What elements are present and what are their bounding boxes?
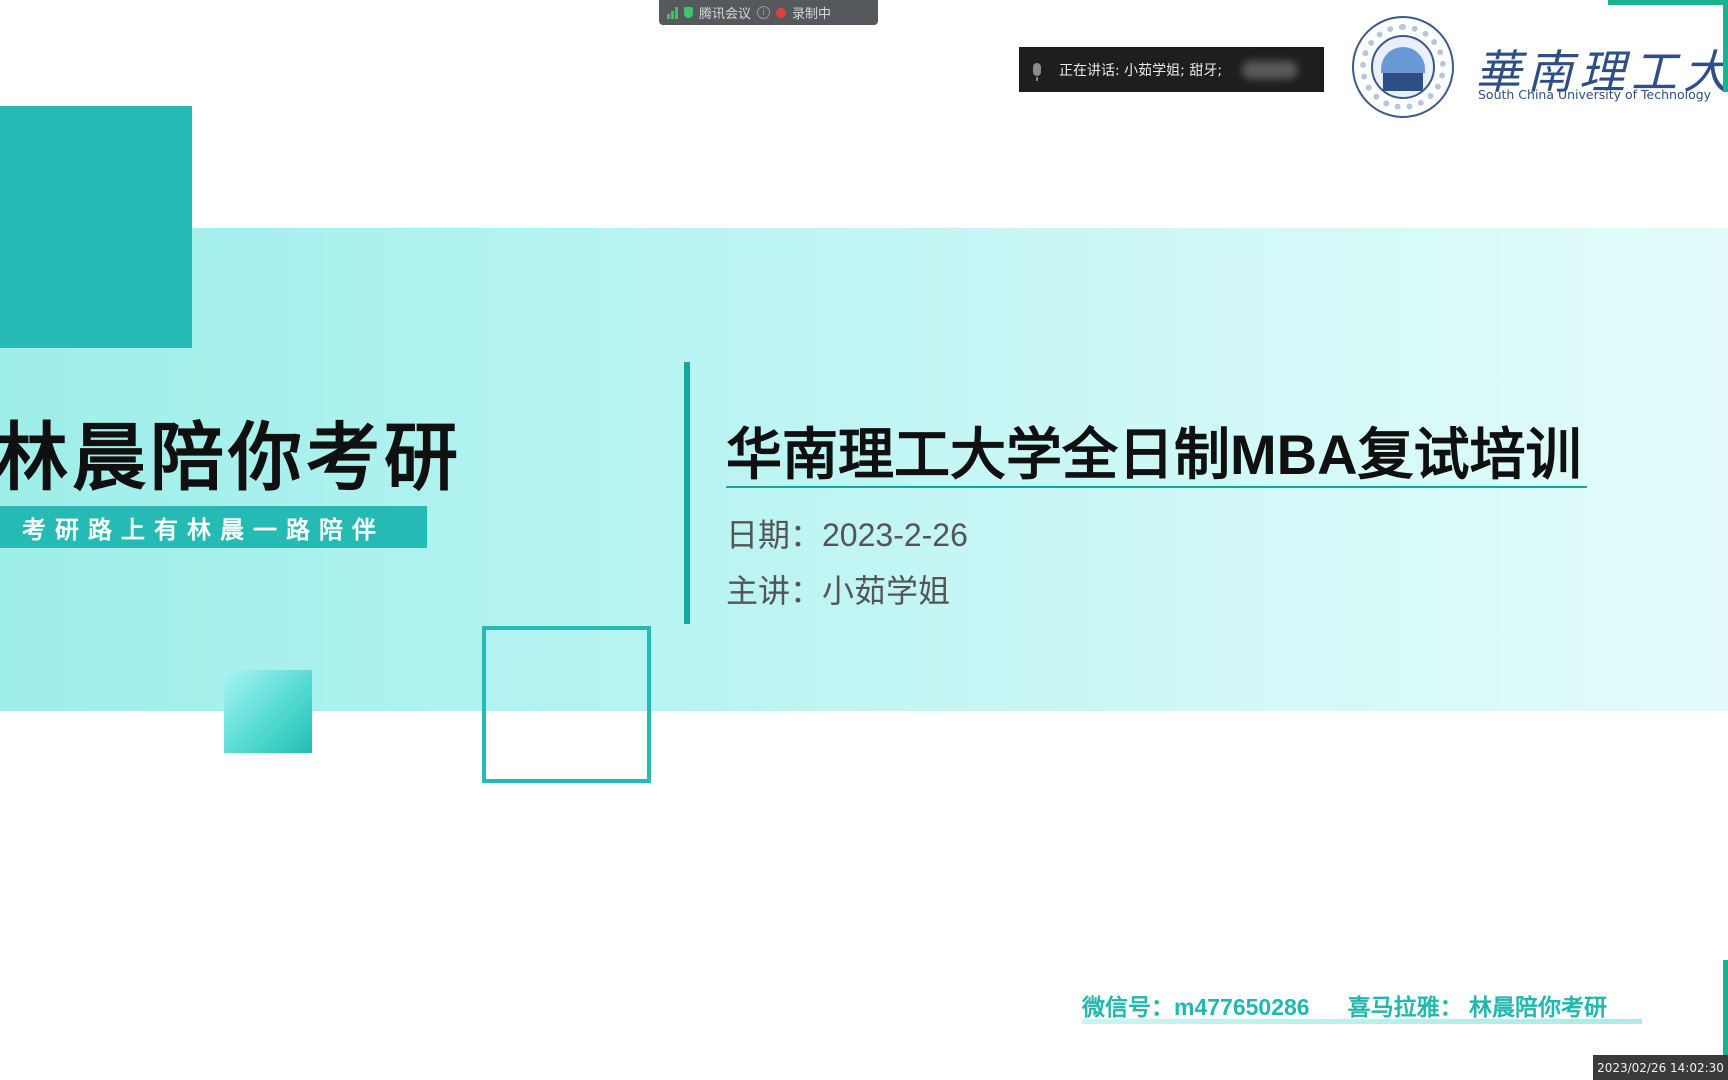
footer-contact: 微信号：m477650286 喜马拉雅： 林晨陪你考研 [1082, 988, 1607, 1022]
decor-edge-top [1608, 0, 1728, 5]
meeting-status-bar[interactable]: 腾讯会议 i 录制中 [659, 0, 878, 25]
blurred-name [1242, 60, 1299, 79]
slide-title: 华南理工大学全日制MBA复试培训 [726, 423, 1582, 486]
footer-underline [1082, 1019, 1642, 1024]
university-name-en: South China University of Technology [1478, 87, 1712, 102]
signal-icon [667, 6, 678, 19]
recording-label[interactable]: 录制中 [792, 3, 831, 22]
shield-icon [684, 7, 693, 18]
mic-icon [1033, 63, 1041, 81]
recording-timestamp: 2023/02/26 14:02:30 [1593, 1055, 1728, 1080]
slide-speaker: 主讲：小茹学姐 [726, 573, 951, 609]
university-seal-logo [1352, 16, 1454, 118]
decor-gradient-square [224, 670, 312, 753]
ximalaya-account: 喜马拉雅： 林晨陪你考研 [1347, 994, 1607, 1020]
decor-edge-right-top [1723, 0, 1728, 92]
title-underline [726, 486, 1587, 488]
meeting-app-name: 腾讯会议 [699, 7, 752, 22]
slide-date: 日期：2023-2-26 [726, 517, 968, 553]
decor-teal-block [0, 106, 192, 348]
info-icon[interactable]: i [757, 6, 771, 19]
speaking-indicator: 正在讲话: 小茹学姐; 甜牙; [1019, 47, 1324, 92]
wechat-id: 微信号：m477650286 [1082, 994, 1310, 1020]
brand-tagline: 考研路上有林晨一路陪伴 [0, 506, 427, 548]
speaking-label: 正在讲话: 小茹学姐; 甜牙; [1059, 62, 1223, 79]
brand-title: 林晨陪你考研 [0, 416, 462, 499]
record-dot-icon [776, 7, 787, 18]
decor-outline-square [482, 626, 651, 783]
vertical-divider [684, 362, 690, 624]
